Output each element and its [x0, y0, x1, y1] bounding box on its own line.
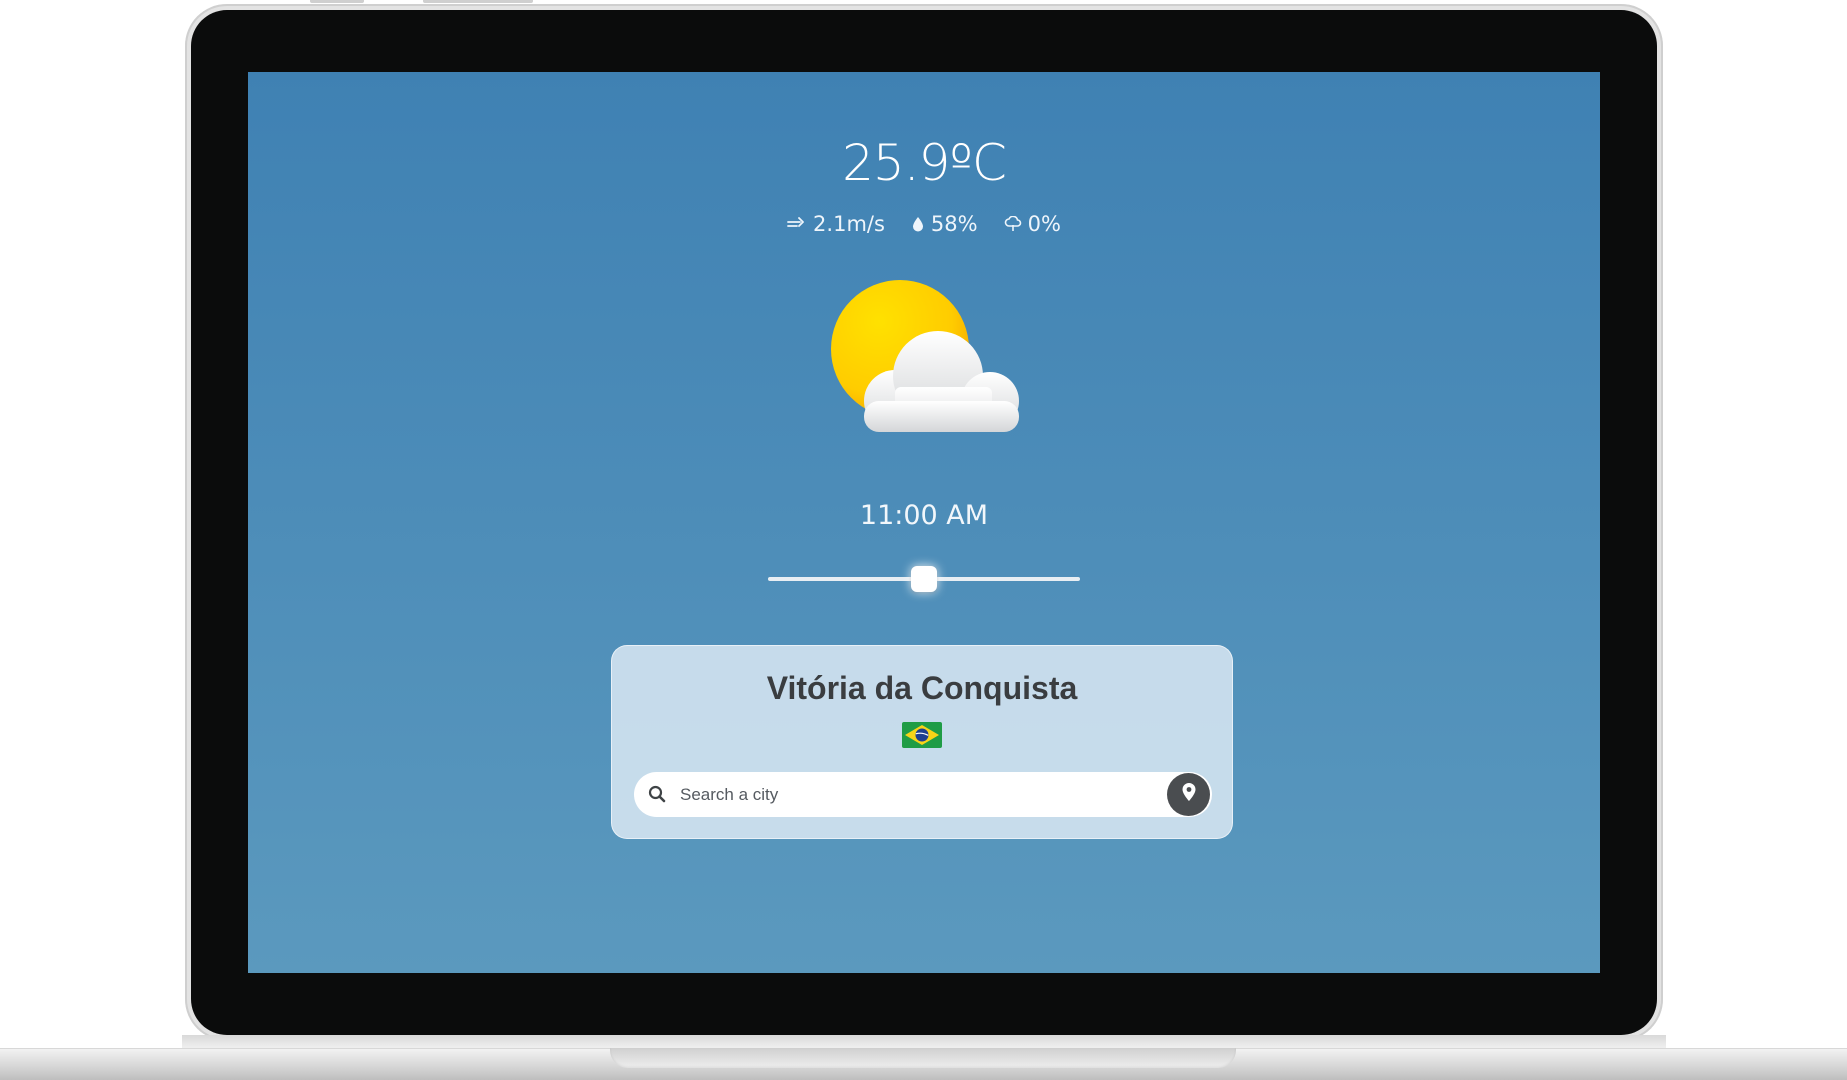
rain-cloud-icon: [1004, 216, 1022, 232]
search-icon: [648, 785, 666, 808]
laptop-base-groove: [610, 1048, 1236, 1068]
laptop-top-detail: [310, 0, 364, 3]
laptop-top-detail: [423, 0, 533, 3]
city-search-bar: [634, 772, 1212, 817]
wind-icon: [787, 217, 807, 231]
wind-speed: 2.1m/s: [813, 212, 885, 236]
time-slider-thumb[interactable]: [911, 566, 937, 592]
map-pin-icon: [1181, 782, 1197, 807]
precipitation-value: 0%: [1027, 212, 1061, 236]
wind-metric: 2.1m/s: [787, 212, 885, 236]
city-card: Vitória da Conquista: [611, 645, 1233, 839]
humidity-metric: 58%: [911, 212, 978, 236]
temperature-reading: 25.9ºC: [842, 134, 1007, 192]
brazil-flag-icon: [902, 722, 942, 748]
weather-metrics: 2.1m/s 58% 0%: [248, 212, 1600, 236]
droplet-icon: [911, 216, 925, 232]
partly-cloudy-icon: [828, 277, 1028, 447]
selected-time: 11:00 AM: [859, 500, 989, 531]
precipitation-metric: 0%: [1004, 212, 1061, 236]
humidity-value: 58%: [930, 212, 978, 236]
laptop-hinge: [182, 1035, 1666, 1049]
weather-app-screen: 25.9ºC 2.1m/s 58% 0% 11:00 AM Vitória da…: [248, 72, 1600, 973]
city-name: Vitória da Conquista: [766, 670, 1078, 706]
city-search-input[interactable]: [680, 772, 1150, 817]
use-location-button[interactable]: [1167, 773, 1210, 816]
laptop-mockup: 25.9ºC 2.1m/s 58% 0% 11:00 AM Vitória da…: [0, 0, 1847, 1080]
